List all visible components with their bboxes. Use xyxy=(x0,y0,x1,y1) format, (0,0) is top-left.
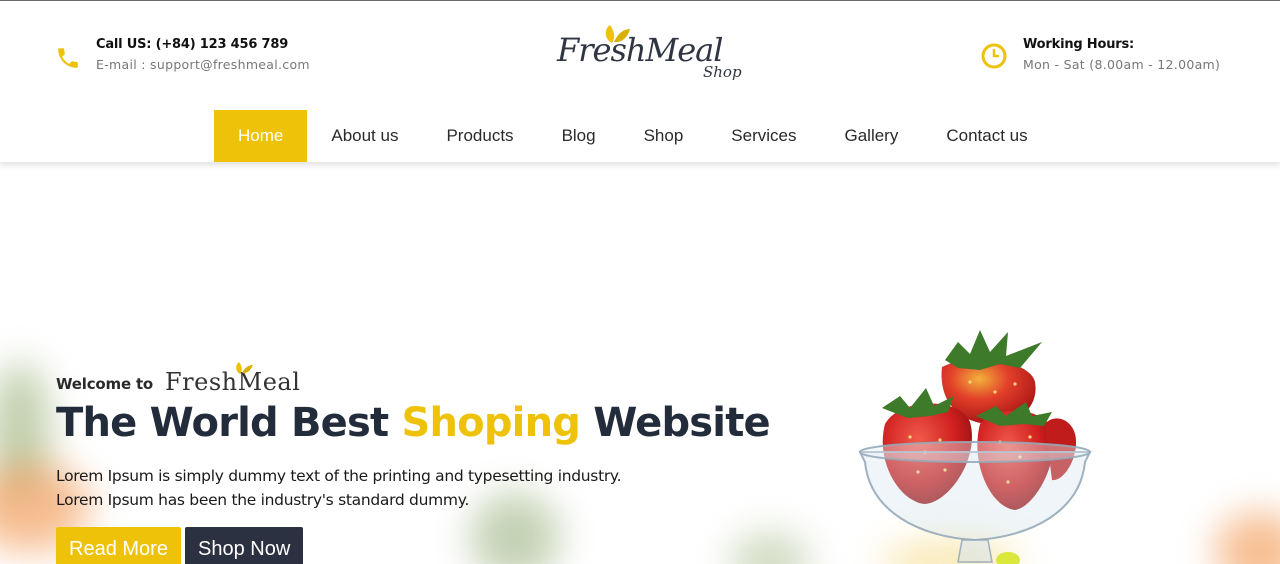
shop-now-button[interactable]: Shop Now xyxy=(185,527,304,564)
site-header: Call US: (+84) 123 456 789 E-mail : supp… xyxy=(0,1,1280,162)
welcome-brand: FreshMeal xyxy=(165,368,301,396)
working-hours: Working Hours: Mon - Sat (8.00am - 12.00… xyxy=(980,37,1220,72)
leaf-icon xyxy=(236,362,253,374)
welcome-line: Welcome to FreshMeal xyxy=(56,362,301,396)
hero-section: Welcome to FreshMeal The World Best Shop… xyxy=(0,162,1280,564)
contact-info: Call US: (+84) 123 456 789 E-mail : supp… xyxy=(55,37,310,73)
logo-sub-text: Shop xyxy=(703,63,742,81)
headline-after: Website xyxy=(580,400,770,446)
nav-item-home[interactable]: Home xyxy=(214,110,308,162)
desc-line-2: Lorem Ipsum has been the industry's stan… xyxy=(56,491,470,509)
headline-accent: Shoping xyxy=(401,400,581,446)
phone-icon xyxy=(58,48,78,68)
call-text: Call US: (+84) 123 456 789 xyxy=(96,37,289,52)
read-more-button[interactable]: Read More xyxy=(56,527,181,564)
email-text[interactable]: E-mail : support@freshmeal.com xyxy=(96,57,310,72)
hours-value: Mon - Sat (8.00am - 12.00am) xyxy=(1023,57,1221,72)
background-blur xyxy=(1215,512,1280,564)
hero-description: Lorem Ipsum is simply dummy text of the … xyxy=(56,464,622,512)
nav-item-services[interactable]: Services xyxy=(707,110,820,162)
welcome-text: Welcome to xyxy=(56,375,154,393)
desc-line-1: Lorem Ipsum is simply dummy text of the … xyxy=(56,467,622,485)
site-logo[interactable]: FreshMeal Shop xyxy=(553,23,753,85)
nav-item-shop[interactable]: Shop xyxy=(620,110,708,162)
background-blur xyxy=(730,532,810,564)
nav-item-gallery[interactable]: Gallery xyxy=(820,110,922,162)
headline-before: The World Best xyxy=(56,400,402,446)
strawberry-bowl-image xyxy=(858,330,1092,564)
nav-item-blog[interactable]: Blog xyxy=(538,110,620,162)
main-nav: Home About us Products Blog Shop Service… xyxy=(214,110,1052,162)
nav-item-products[interactable]: Products xyxy=(422,110,537,162)
nav-item-about-us[interactable]: About us xyxy=(307,110,422,162)
logo-main-text: FreshMeal xyxy=(557,31,723,69)
clock-icon xyxy=(981,43,1007,69)
nav-item-contact-us[interactable]: Contact us xyxy=(922,110,1051,162)
hours-title: Working Hours: xyxy=(1023,37,1135,52)
hero-headline: The World Best Shoping Website xyxy=(56,400,771,446)
